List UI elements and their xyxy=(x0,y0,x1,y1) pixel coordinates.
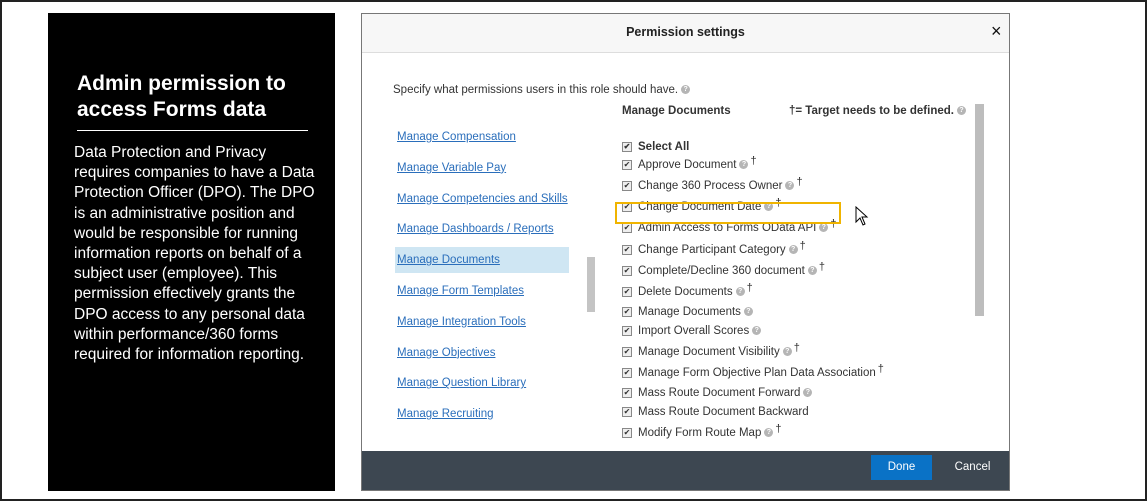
dialog-title: Permission settings xyxy=(626,25,745,39)
target-marker: † xyxy=(793,342,800,354)
target-note: †= Target needs to be defined.? xyxy=(789,105,966,117)
permission-label: Select All xyxy=(638,141,690,153)
help-icon[interactable]: ? xyxy=(803,388,813,398)
info-body: Data Protection and Privacy requires com… xyxy=(74,144,315,364)
mouse-cursor-icon xyxy=(855,206,869,226)
help-icon[interactable]: ? xyxy=(739,160,749,170)
permission-row: ✔ Approve Document? † xyxy=(622,155,757,175)
checkbox[interactable]: ✔ xyxy=(622,244,632,255)
permission-row: ✔ Delete Documents? † xyxy=(622,282,753,302)
permission-row: ✔ Complete/Decline 360 document? † xyxy=(622,261,825,281)
checkbox[interactable]: ✔ xyxy=(622,180,632,191)
help-icon[interactable]: ? xyxy=(956,106,966,116)
left-item-manage-integration-tools[interactable]: Manage Integration Tools xyxy=(395,309,569,335)
checkbox[interactable]: ✔ xyxy=(622,427,632,438)
help-icon[interactable]: ? xyxy=(788,245,798,255)
permission-row: ✔ Modify Form Route Map? † xyxy=(622,423,781,443)
checkbox[interactable]: ✔ xyxy=(622,406,632,417)
permission-label: Approve Document xyxy=(638,159,737,171)
left-item-manage-form-templates[interactable]: Manage Form Templates xyxy=(395,278,569,304)
help-icon[interactable]: ? xyxy=(752,326,762,336)
section-heading: Manage Documents xyxy=(622,105,731,117)
help-icon[interactable]: ? xyxy=(782,347,792,357)
permission-label: Complete/Decline 360 document xyxy=(638,265,805,277)
target-note-label: †= Target needs to be defined. xyxy=(789,105,954,117)
info-panel: Admin permission to access Forms data Da… xyxy=(48,13,335,491)
help-icon[interactable]: ? xyxy=(681,85,691,95)
help-icon[interactable]: ? xyxy=(807,266,817,276)
left-item-manage-dashboards-reports[interactable]: Manage Dashboards / Reports xyxy=(395,216,569,242)
checkbox[interactable]: ✔ xyxy=(622,159,632,170)
help-icon[interactable]: ? xyxy=(819,223,829,233)
select-all-row: ✔ Select All xyxy=(622,137,689,157)
permission-row: ✔ Manage Documents? xyxy=(622,302,753,322)
help-icon[interactable]: ? xyxy=(735,287,745,297)
permission-label: Mass Route Document Forward xyxy=(638,387,801,399)
intro-label: Specify what permissions users in this r… xyxy=(393,84,679,96)
permission-label: Change Participant Category xyxy=(638,244,786,256)
permission-label: Manage Document Visibility xyxy=(638,346,780,358)
highlight-box xyxy=(615,202,841,224)
info-divider xyxy=(77,130,308,131)
checkbox[interactable]: ✔ xyxy=(622,325,632,336)
checkbox[interactable]: ✔ xyxy=(622,265,632,276)
checkbox[interactable]: ✔ xyxy=(622,141,632,152)
target-marker: † xyxy=(746,282,753,294)
help-icon[interactable]: ? xyxy=(764,428,774,438)
target-marker: † xyxy=(877,363,884,375)
done-button[interactable]: Done xyxy=(871,455,932,480)
permission-label: Modify Form Route Map xyxy=(638,427,762,439)
help-icon[interactable]: ? xyxy=(785,181,795,191)
left-item-manage-compensation[interactable]: Manage Compensation xyxy=(395,124,569,150)
permission-label: Manage Form Objective Plan Data Associat… xyxy=(638,367,876,379)
permission-row: ✔ Change Participant Category? † xyxy=(622,240,806,260)
checkbox[interactable]: ✔ xyxy=(622,346,632,357)
target-marker: † xyxy=(799,240,806,252)
permission-row: ✔ Change 360 Process Owner? † xyxy=(622,176,803,196)
permission-label: Import Overall Scores xyxy=(638,325,750,337)
help-icon[interactable]: ? xyxy=(743,307,753,317)
left-item-manage-objectives[interactable]: Manage Objectives xyxy=(395,340,569,366)
close-icon[interactable]: × xyxy=(991,21,1002,42)
permission-row: ✔ Mass Route Document Backward xyxy=(622,402,809,422)
permission-label: Mass Route Document Backward xyxy=(638,406,809,418)
permission-label: Change 360 Process Owner xyxy=(638,180,783,192)
target-marker: † xyxy=(775,423,782,435)
category-scrollbar[interactable] xyxy=(587,257,595,312)
checkbox[interactable]: ✔ xyxy=(622,306,632,317)
permission-settings-dialog: Permission settings × Specify what permi… xyxy=(361,13,1010,491)
left-item-manage-competencies-and-skills[interactable]: Manage Competencies and Skills xyxy=(395,186,569,212)
dialog-footer: Done Cancel xyxy=(362,451,1009,490)
permission-row: ✔ Import Overall Scores? xyxy=(622,321,762,341)
checkbox[interactable]: ✔ xyxy=(622,387,632,398)
permission-list: ✔ Select All ✔ Approve Document? † ✔ Change 36… xyxy=(622,127,972,439)
intro-text: Specify what permissions users in this r… xyxy=(393,84,691,96)
permission-row: ✔ Manage Form Objective Plan Data Associa… xyxy=(622,363,884,383)
left-item-manage-documents[interactable]: Manage Documents xyxy=(395,247,569,274)
permission-category-list: Manage Compensation Manage Variable Pay Ma… xyxy=(395,110,573,432)
permission-label: Manage Documents xyxy=(638,306,741,318)
permission-scrollbar[interactable] xyxy=(975,104,984,316)
left-item-manage-variable-pay[interactable]: Manage Variable Pay xyxy=(395,155,569,181)
info-title: Admin permission to access Forms data xyxy=(77,72,286,121)
left-item-manage-question-library[interactable]: Manage Question Library xyxy=(395,370,569,396)
checkbox[interactable]: ✔ xyxy=(622,222,632,233)
target-marker: † xyxy=(818,261,825,273)
left-item-manage-recruiting[interactable]: Manage Recruiting xyxy=(395,401,569,427)
target-marker: † xyxy=(796,176,803,188)
permission-label: Delete Documents xyxy=(638,286,733,298)
dialog-header: Permission settings × xyxy=(362,14,1009,53)
permission-row: ✔ Manage Document Visibility? † xyxy=(622,342,800,362)
checkbox[interactable]: ✔ xyxy=(622,367,632,378)
permission-row: ✔ Mass Route Document Forward? xyxy=(622,383,813,403)
cancel-button[interactable]: Cancel xyxy=(950,455,995,480)
target-marker: † xyxy=(750,155,757,167)
checkbox[interactable]: ✔ xyxy=(622,286,632,297)
